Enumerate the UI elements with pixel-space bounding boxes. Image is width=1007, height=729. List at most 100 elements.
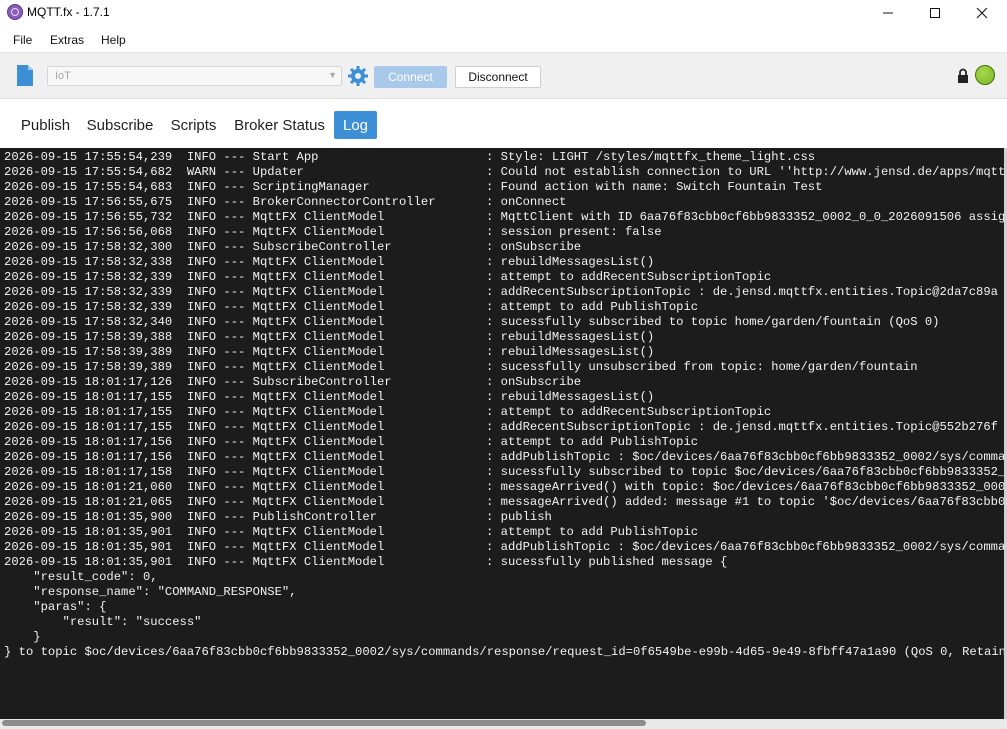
connection-profile-value: IoT	[55, 70, 71, 82]
log-line-prefix: 2026-09-15 17:58:32,338 INFO --- MqttFX …	[4, 255, 385, 269]
log-line-message: : addPublishTopic : $oc/devices/6aa76f83…	[486, 540, 1007, 554]
log-line: 2026-09-15 17:55:54,239 INFO --- Start A…	[4, 150, 815, 165]
log-line-message: : attempt to add PublishTopic	[486, 525, 699, 539]
menu-file[interactable]: File	[13, 33, 32, 47]
log-continuation-line: }	[4, 630, 41, 644]
log-line-message: : sucessfully subscribed to topic home/g…	[486, 315, 940, 329]
log-line: 2026-09-15 17:58:32,338 INFO --- MqttFX …	[4, 255, 654, 270]
log-line-prefix: 2026-09-15 18:01:35,901 INFO --- MqttFX …	[4, 555, 385, 569]
log-line: 2026-09-15 18:01:17,155 INFO --- MqttFX …	[4, 405, 771, 420]
log-line: 2026-09-15 18:01:17,156 INFO --- MqttFX …	[4, 435, 698, 450]
chevron-down-icon: ▼	[328, 70, 337, 80]
horizontal-scrollbar[interactable]	[0, 719, 1007, 729]
connect-button[interactable]: Connect	[374, 66, 447, 88]
log-continuation-line: "response_name": "COMMAND_RESPONSE",	[4, 585, 297, 599]
log-line-prefix: 2026-09-15 17:58:32,339 INFO --- MqttFX …	[4, 300, 385, 314]
title-bar: MQTT.fx - 1.7.1	[0, 0, 1007, 26]
log-line: 2026-09-15 17:55:54,682 WARN --- Updater…	[4, 165, 1007, 180]
connection-profile-select[interactable]: IoT ▼	[47, 66, 342, 86]
log-line: 2026-09-15 17:58:39,389 INFO --- MqttFX …	[4, 345, 654, 360]
log-line-message: : addRecentSubscriptionTopic : de.jensd.…	[486, 420, 998, 434]
close-button[interactable]	[959, 0, 1005, 26]
log-line: 2026-09-15 18:01:21,065 INFO --- MqttFX …	[4, 495, 1007, 510]
log-line-prefix: 2026-09-15 17:55:54,239 INFO --- Start A…	[4, 150, 319, 164]
log-line-message: : messageArrived() added: message #1 to …	[486, 495, 1007, 509]
log-line-prefix: 2026-09-15 17:58:39,389 INFO --- MqttFX …	[4, 345, 385, 359]
log-line-prefix: 2026-09-15 18:01:35,901 INFO --- MqttFX …	[4, 540, 385, 554]
log-line-prefix: 2026-09-15 17:55:54,683 INFO --- Scripti…	[4, 180, 370, 194]
tab-scripts[interactable]: Scripts	[165, 111, 222, 139]
log-line-message: : Style: LIGHT /styles/mqttfx_theme_ligh…	[486, 150, 816, 164]
log-continuation-line: "result": "success"	[4, 615, 202, 629]
log-line-message: : Found action with name: Switch Fountai…	[486, 180, 823, 194]
log-line-prefix: 2026-09-15 17:56:56,068 INFO --- MqttFX …	[4, 225, 385, 239]
log-line-message: : session present: false	[486, 225, 662, 239]
connection-status-indicator	[975, 65, 995, 85]
log-view[interactable]: 2026-09-15 17:55:54,239 INFO --- Start A…	[0, 148, 1007, 719]
log-line-message: : onConnect	[486, 195, 567, 209]
log-line: 2026-09-15 18:01:35,901 INFO --- MqttFX …	[4, 525, 698, 540]
log-line: 2026-09-15 18:01:17,155 INFO --- MqttFX …	[4, 390, 654, 405]
log-line: 2026-09-15 17:56:55,675 INFO --- BrokerC…	[4, 195, 566, 210]
log-line-prefix: 2026-09-15 18:01:17,155 INFO --- MqttFX …	[4, 420, 385, 434]
close-icon	[976, 7, 988, 19]
menu-bar: File Extras Help	[0, 26, 1007, 52]
log-line: 2026-09-15 17:58:39,388 INFO --- MqttFX …	[4, 330, 654, 345]
log-line-message: : publish	[486, 510, 552, 524]
log-line-prefix: 2026-09-15 18:01:17,156 INFO --- MqttFX …	[4, 435, 385, 449]
log-line-prefix: 2026-09-15 17:56:55,732 INFO --- MqttFX …	[4, 210, 385, 224]
log-line-message: : sucessfully subscribed to topic $oc/de…	[486, 465, 1007, 479]
log-line-message: : attempt to addRecentSubscriptionTopic	[486, 270, 772, 284]
log-line-message: : rebuildMessagesList()	[486, 390, 655, 404]
log-line: 2026-09-15 17:58:39,389 INFO --- MqttFX …	[4, 360, 918, 375]
edit-profiles-file-icon[interactable]	[16, 64, 34, 87]
log-line-prefix: 2026-09-15 18:01:17,155 INFO --- MqttFX …	[4, 405, 385, 419]
log-line-prefix: 2026-09-15 18:01:17,126 INFO --- Subscri…	[4, 375, 392, 389]
log-line-prefix: 2026-09-15 17:58:32,300 INFO --- Subscri…	[4, 240, 392, 254]
horizontal-scrollbar-thumb[interactable]	[2, 720, 646, 726]
menu-help[interactable]: Help	[101, 33, 126, 47]
log-line-prefix: 2026-09-15 17:58:32,340 INFO --- MqttFX …	[4, 315, 385, 329]
log-line: 2026-09-15 18:01:17,158 INFO --- MqttFX …	[4, 465, 1007, 480]
tab-publish[interactable]: Publish	[14, 111, 77, 139]
gear-icon[interactable]	[347, 65, 369, 87]
log-line-prefix: 2026-09-15 17:55:54,682 WARN --- Updater	[4, 165, 304, 179]
mqttfx-app-icon	[7, 4, 23, 20]
log-line: 2026-09-15 17:58:32,300 INFO --- Subscri…	[4, 240, 581, 255]
log-line: 2026-09-15 18:01:17,156 INFO --- MqttFX …	[4, 450, 1007, 465]
log-line-message: : rebuildMessagesList()	[486, 330, 655, 344]
log-line: 2026-09-15 18:01:35,901 INFO --- MqttFX …	[4, 540, 1007, 555]
tab-bar: Publish Subscribe Scripts Broker Status …	[0, 98, 1007, 149]
log-line-message: : rebuildMessagesList()	[486, 255, 655, 269]
log-line-message: : sucessfully unsubscribed from topic: h…	[486, 360, 918, 374]
log-line: 2026-09-15 17:58:32,339 INFO --- MqttFX …	[4, 270, 771, 285]
log-line: 2026-09-15 18:01:17,126 INFO --- Subscri…	[4, 375, 581, 390]
log-line-prefix: 2026-09-15 17:58:32,339 INFO --- MqttFX …	[4, 270, 385, 284]
log-line: 2026-09-15 17:58:32,339 INFO --- MqttFX …	[4, 300, 698, 315]
log-continuation-line: "paras": {	[4, 600, 107, 614]
lock-icon	[958, 68, 968, 83]
log-line-prefix: 2026-09-15 18:01:17,156 INFO --- MqttFX …	[4, 450, 385, 464]
maximize-button[interactable]	[912, 0, 958, 26]
menu-extras[interactable]: Extras	[50, 33, 84, 47]
log-line-message: : addRecentSubscriptionTopic : de.jensd.…	[486, 285, 998, 299]
log-line-prefix: 2026-09-15 18:01:21,060 INFO --- MqttFX …	[4, 480, 385, 494]
maximize-icon	[930, 8, 940, 18]
tab-log[interactable]: Log	[334, 111, 377, 139]
log-line-message: : sucessfully published message {	[486, 555, 728, 569]
tab-subscribe[interactable]: Subscribe	[84, 111, 156, 139]
log-line: 2026-09-15 18:01:17,155 INFO --- MqttFX …	[4, 420, 998, 435]
log-line-message: : attempt to add PublishTopic	[486, 300, 699, 314]
log-line-prefix: 2026-09-15 17:58:32,339 INFO --- MqttFX …	[4, 285, 385, 299]
tab-broker-status[interactable]: Broker Status	[230, 111, 329, 139]
log-line-message: : Could not establish connection to URL …	[486, 165, 1007, 179]
log-line: 2026-09-15 18:01:35,900 INFO --- Publish…	[4, 510, 552, 525]
disconnect-button[interactable]: Disconnect	[455, 66, 541, 88]
log-line: 2026-09-15 17:58:32,339 INFO --- MqttFX …	[4, 285, 998, 300]
log-line-message: : addPublishTopic : $oc/devices/6aa76f83…	[486, 450, 1007, 464]
log-line-message: : messageArrived() with topic: $oc/devic…	[486, 480, 1007, 494]
log-line: 2026-09-15 17:56:56,068 INFO --- MqttFX …	[4, 225, 662, 240]
minimize-button[interactable]	[865, 0, 911, 26]
log-line-message: : attempt to add PublishTopic	[486, 435, 699, 449]
log-continuation-line: "result_code": 0,	[4, 570, 158, 584]
